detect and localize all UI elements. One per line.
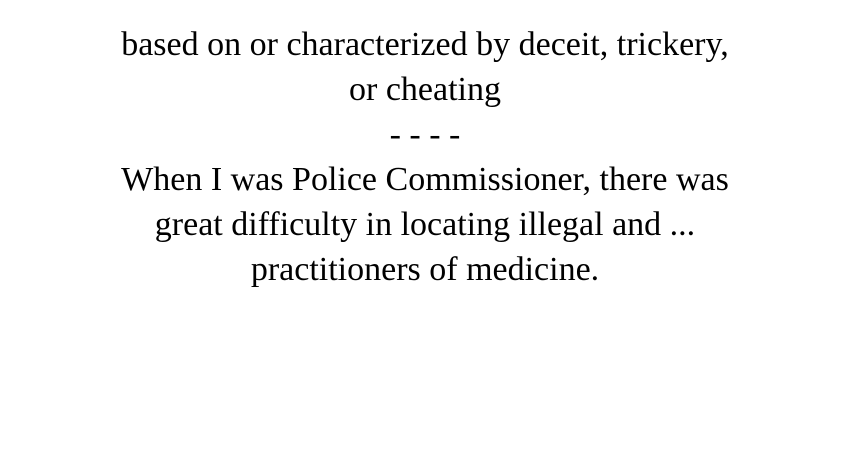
definition-line: or cheating <box>349 71 501 108</box>
flashcard: based on or characterized by deceit, tri… <box>0 0 850 292</box>
definition-line: based on or characterized by deceit, tri… <box>121 26 729 63</box>
definition: based on or characterized by deceit, tri… <box>45 22 805 112</box>
separator: - - - - <box>389 116 461 153</box>
example-line: great difficulty in locating illegal and… <box>154 206 696 243</box>
example-sentence: When I was Police Commissioner, there wa… <box>45 157 805 292</box>
example-line: When I was Police Commissioner, there wa… <box>121 161 729 198</box>
example-line: practitioners of medicine. <box>250 251 600 288</box>
